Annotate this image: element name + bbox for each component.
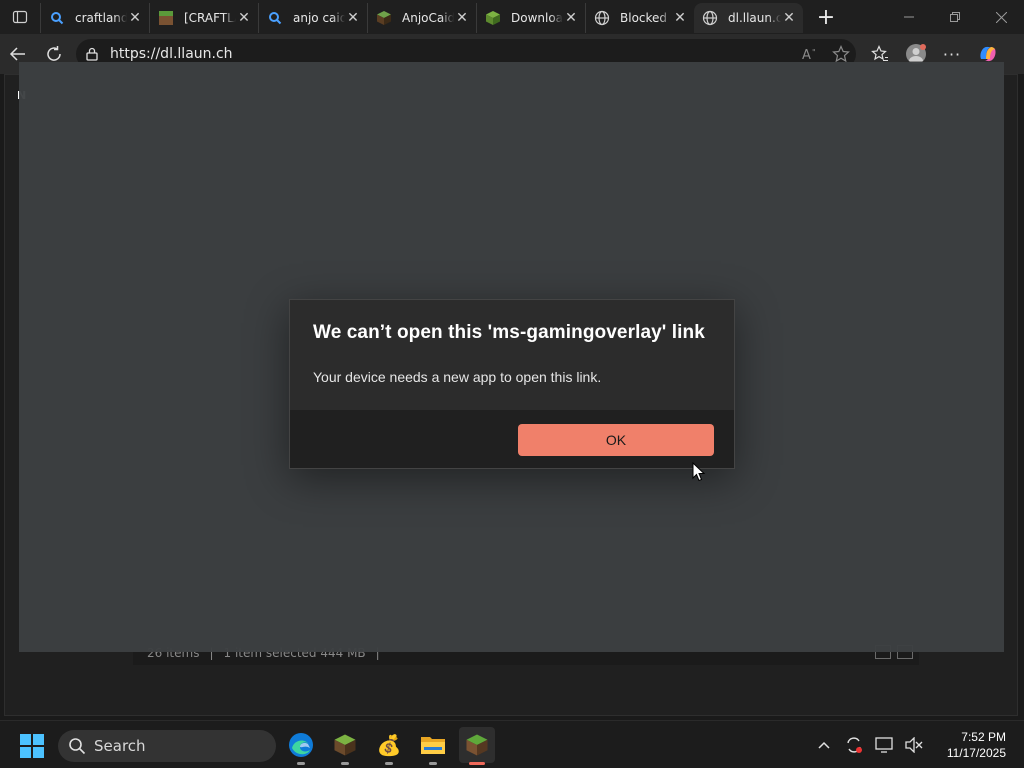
dialog-footer: OK bbox=[290, 410, 734, 468]
ok-button[interactable]: OK bbox=[518, 424, 714, 456]
restore-button[interactable] bbox=[932, 0, 978, 34]
tab-title: dl.llaun.ch bbox=[728, 11, 781, 25]
volume-button[interactable] bbox=[899, 730, 929, 760]
system-tray: 7:52 PM 11/17/2025 bbox=[809, 721, 1024, 768]
clock-date: 11/17/2025 bbox=[946, 746, 1006, 760]
taskbar: Search 💰 7:52 PM 11/17/2025 bbox=[0, 720, 1024, 768]
sync-status-button[interactable] bbox=[839, 730, 869, 760]
tab-title: [CRAFTLAND] bbox=[184, 11, 236, 25]
tab-actions-icon bbox=[12, 10, 28, 24]
favorite-star-icon[interactable] bbox=[826, 45, 856, 63]
windows-logo-icon bbox=[20, 734, 31, 745]
mouse-cursor-icon bbox=[692, 462, 706, 482]
monitor-icon bbox=[875, 737, 893, 753]
close-tab-icon[interactable]: ✕ bbox=[781, 10, 797, 26]
address-url[interactable]: https://dl.llaun.ch bbox=[110, 46, 796, 62]
minecraft-grass-icon bbox=[485, 10, 501, 26]
display-button[interactable] bbox=[869, 730, 899, 760]
globe-icon bbox=[702, 10, 718, 26]
back-arrow-icon bbox=[9, 47, 25, 61]
tab-title: Download bbox=[511, 11, 563, 25]
search-icon bbox=[49, 10, 65, 26]
close-tab-icon[interactable]: ✕ bbox=[563, 10, 579, 26]
close-tab-icon[interactable]: ✕ bbox=[345, 10, 361, 26]
windows-logo-icon bbox=[20, 747, 31, 758]
browser-tab[interactable]: anjo caido ✕ bbox=[258, 3, 367, 33]
active-indicator bbox=[469, 762, 485, 765]
minecraft-grass-icon bbox=[158, 10, 174, 26]
taskbar-money-bag[interactable]: 💰 bbox=[371, 727, 407, 765]
taskbar-search[interactable]: Search bbox=[58, 730, 276, 762]
running-indicator bbox=[429, 762, 437, 765]
close-tab-icon[interactable]: ✕ bbox=[127, 10, 143, 26]
desktop-screen: craftland.io ✕ [CRAFTLAND] ✕ anjo caido … bbox=[0, 0, 1024, 768]
window-controls bbox=[886, 0, 1024, 34]
show-hidden-icons-button[interactable] bbox=[809, 730, 839, 760]
browser-tab[interactable]: craftland.io ✕ bbox=[40, 3, 149, 33]
running-indicator bbox=[297, 762, 305, 765]
svg-text:A: A bbox=[802, 48, 811, 61]
svg-text:": " bbox=[812, 48, 816, 57]
sync-icon bbox=[847, 737, 862, 753]
tab-title: anjo caido bbox=[293, 11, 345, 25]
browser-tab-strip: craftland.io ✕ [CRAFTLAND] ✕ anjo caido … bbox=[0, 0, 1024, 34]
browser-tab[interactable]: AnjoCaido ✕ bbox=[367, 3, 476, 33]
plus-icon: + bbox=[816, 4, 836, 30]
favorites-icon bbox=[871, 45, 888, 61]
more-dots-icon: ··· bbox=[942, 44, 962, 64]
browser-tab[interactable]: [CRAFTLAND] ✕ bbox=[149, 3, 258, 33]
new-tab-button[interactable]: + bbox=[809, 2, 843, 32]
taskbar-minecraft-launcher[interactable] bbox=[459, 727, 495, 765]
minecraft-icon bbox=[334, 734, 356, 756]
minecraft-block-icon bbox=[376, 10, 392, 26]
minimize-icon bbox=[904, 16, 914, 18]
lock-icon[interactable] bbox=[84, 46, 100, 62]
tab-actions-button[interactable] bbox=[0, 0, 40, 34]
clock-time: 7:52 PM bbox=[961, 730, 1006, 744]
search-placeholder: Search bbox=[94, 737, 146, 755]
running-indicator bbox=[385, 762, 393, 765]
dialog-title: We can’t open this 'ms-gamingoverlay' li… bbox=[313, 322, 705, 343]
read-aloud-icon[interactable]: A " bbox=[796, 47, 826, 61]
close-tab-icon[interactable]: ✕ bbox=[236, 10, 252, 26]
minimize-button[interactable] bbox=[886, 0, 932, 34]
close-tab-icon[interactable]: ✕ bbox=[672, 10, 688, 26]
browser-tab[interactable]: Download ✕ bbox=[476, 3, 585, 33]
tab-title: craftland.io bbox=[75, 11, 127, 25]
refresh-icon bbox=[47, 46, 61, 61]
search-icon bbox=[267, 10, 283, 26]
system-clock[interactable]: 7:52 PM 11/17/2025 bbox=[947, 729, 1006, 761]
protocol-handler-dialog: We can’t open this 'ms-gamingoverlay' li… bbox=[289, 299, 735, 469]
restore-icon bbox=[950, 12, 960, 22]
close-window-button[interactable] bbox=[978, 0, 1024, 34]
search-icon bbox=[69, 738, 86, 755]
close-icon bbox=[995, 11, 1007, 23]
dialog-message: Your device needs a new app to open this… bbox=[313, 369, 602, 385]
money-bag-icon: 💰 bbox=[376, 733, 402, 757]
tab-title: Blocked bbox=[620, 11, 668, 25]
taskbar-file-explorer[interactable] bbox=[415, 727, 451, 765]
start-button[interactable] bbox=[20, 734, 44, 758]
windows-logo-icon bbox=[33, 747, 44, 758]
file-explorer-icon bbox=[421, 737, 445, 754]
close-tab-icon[interactable]: ✕ bbox=[454, 10, 470, 26]
taskbar-edge[interactable] bbox=[283, 727, 319, 765]
running-indicator bbox=[341, 762, 349, 765]
chevron-up-icon bbox=[818, 741, 830, 749]
browser-tab[interactable]: Blocked ✕ bbox=[585, 3, 694, 33]
windows-logo-icon bbox=[33, 734, 44, 745]
globe-icon bbox=[594, 10, 610, 26]
speaker-muted-icon bbox=[905, 737, 923, 753]
minecraft-launcher-icon bbox=[466, 734, 488, 756]
edge-icon bbox=[289, 733, 313, 757]
browser-tab-active[interactable]: dl.llaun.ch ✕ bbox=[694, 3, 803, 33]
taskbar-minecraft[interactable] bbox=[327, 727, 363, 765]
tab-title: AnjoCaido bbox=[402, 11, 454, 25]
